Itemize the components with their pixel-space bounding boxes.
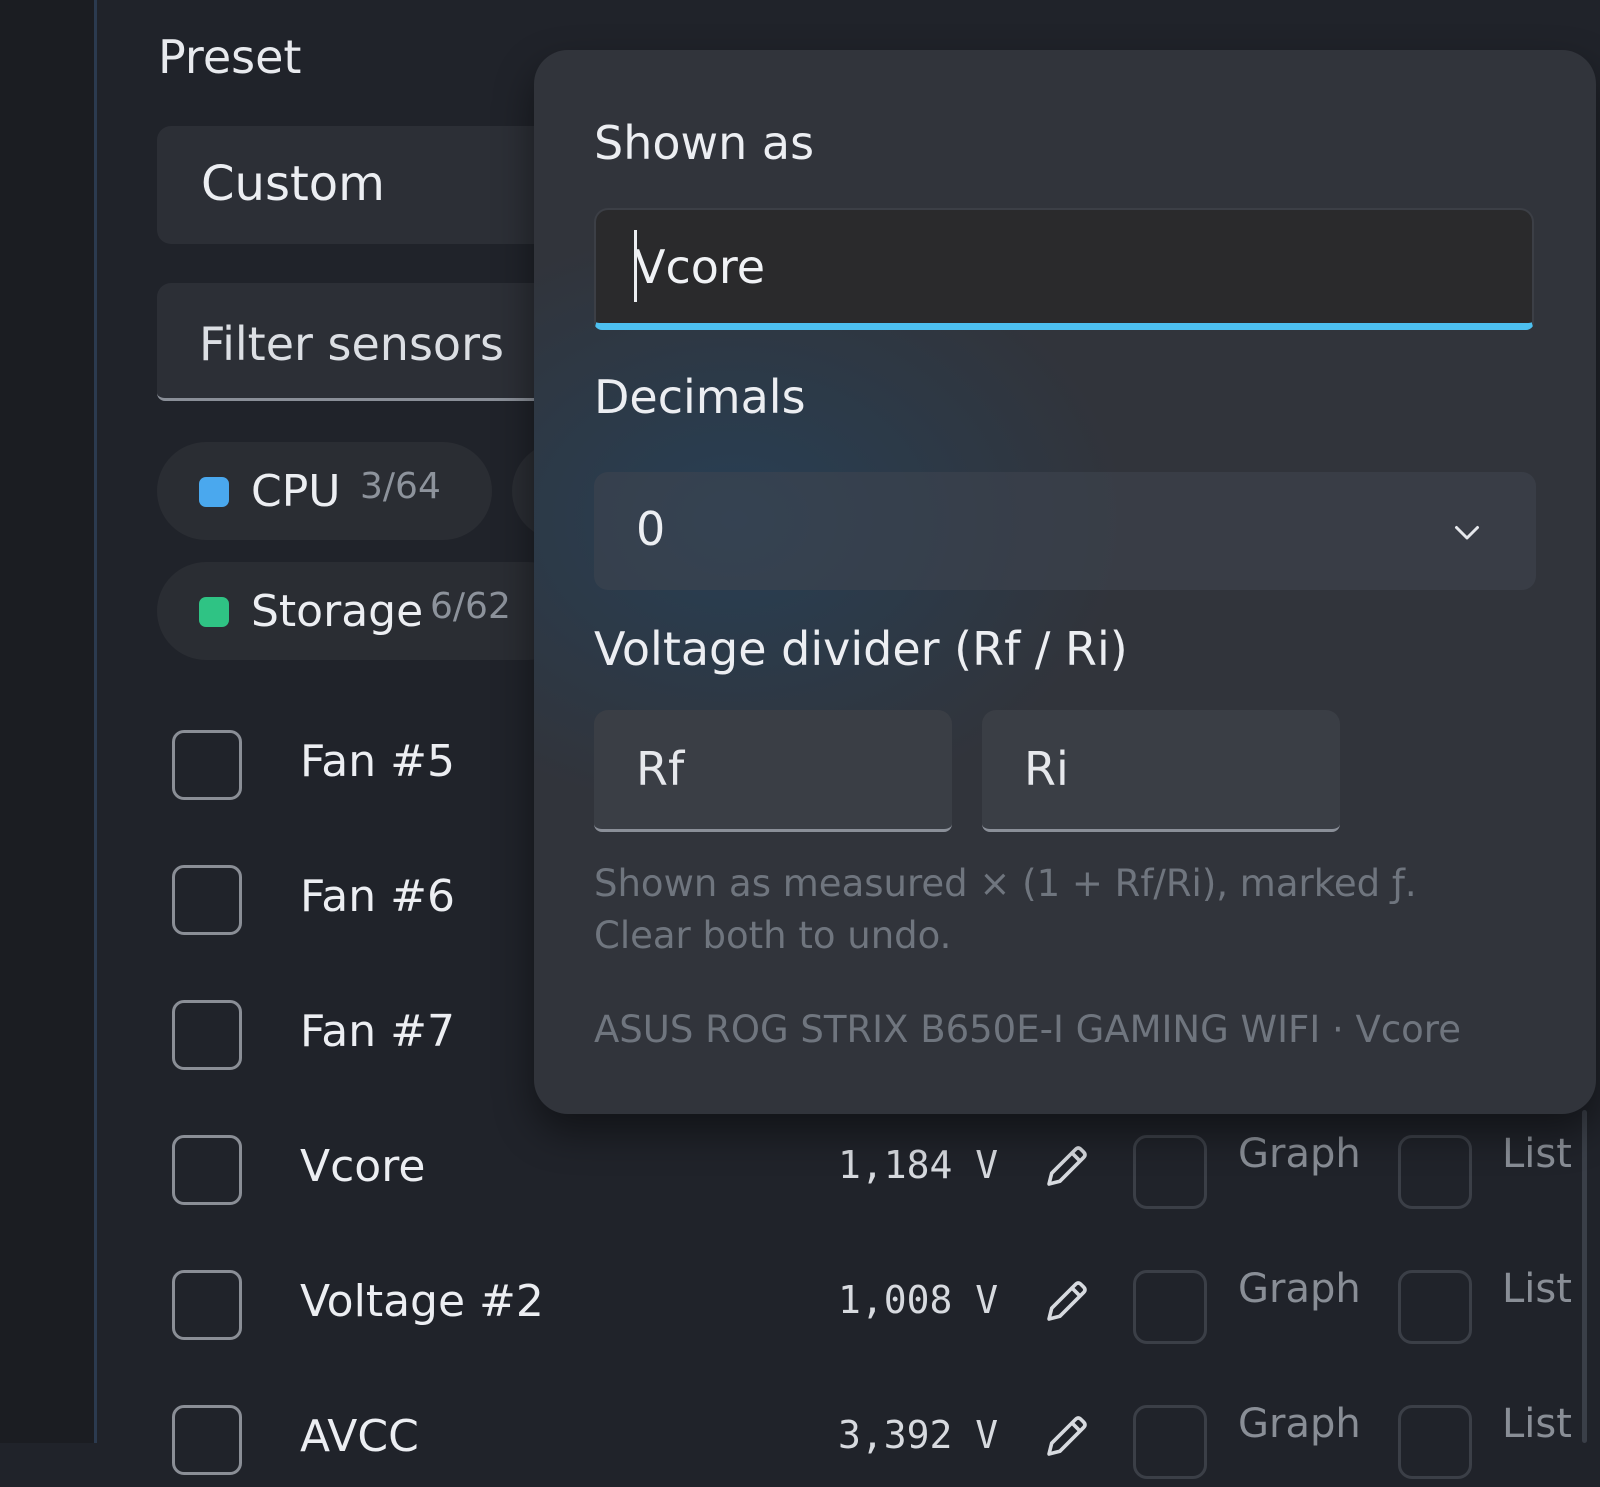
cpu-color-dot <box>199 477 229 507</box>
chip-storage-count: 6/62 <box>430 586 511 627</box>
ri-placeholder: Ri <box>1024 742 1069 796</box>
shown-as-field[interactable] <box>594 208 1534 330</box>
sensor-value: 1,184 V <box>838 1143 999 1187</box>
sensor-label: Fan #5 <box>300 736 455 787</box>
rf-placeholder: Rf <box>636 742 685 796</box>
sensor-label: Voltage #2 <box>300 1276 544 1327</box>
sensor-checkbox[interactable] <box>172 730 242 800</box>
sensor-label: Fan #6 <box>300 871 455 922</box>
pencil-icon[interactable] <box>1040 1274 1094 1328</box>
chevron-down-icon <box>1455 526 1479 540</box>
sensor-checkbox[interactable] <box>172 1135 242 1205</box>
sensor-label: AVCC <box>300 1411 419 1462</box>
chip-cpu[interactable]: CPU 3/64 <box>157 442 492 540</box>
graph-checkbox[interactable] <box>1133 1135 1207 1209</box>
graph-label: Graph <box>1238 1266 1361 1312</box>
chip-storage[interactable]: Storage 6/62 <box>157 562 577 660</box>
chip-cpu-label: CPU <box>251 466 341 517</box>
list-label: List <box>1502 1131 1572 1177</box>
sensor-checkbox[interactable] <box>172 1270 242 1340</box>
chip-storage-label: Storage <box>251 586 424 637</box>
list-checkbox[interactable] <box>1398 1270 1472 1344</box>
decimals-select[interactable]: 0 <box>594 472 1536 590</box>
graph-checkbox[interactable] <box>1133 1405 1207 1479</box>
sensor-checkbox[interactable] <box>172 865 242 935</box>
sensor-checkbox[interactable] <box>172 1000 242 1070</box>
storage-color-dot <box>199 597 229 627</box>
decimals-value: 0 <box>636 502 666 556</box>
rf-input[interactable]: Rf <box>594 710 952 832</box>
list-label: List <box>1502 1401 1572 1447</box>
graph-label: Graph <box>1238 1131 1361 1177</box>
sensor-value: 1,008 V <box>838 1278 999 1322</box>
sensor-source: ASUS ROG STRIX B650E-I GAMING WIFI · Vco… <box>594 1008 1461 1051</box>
shown-as-input[interactable] <box>634 232 1494 302</box>
list-checkbox[interactable] <box>1398 1405 1472 1479</box>
sensor-row: AVCC 3,392 V Graph List <box>0 1397 1600 1487</box>
preset-title: Preset <box>158 30 302 84</box>
graph-label: Graph <box>1238 1401 1361 1447</box>
sensor-row: Voltage #2 1,008 V Graph List <box>0 1262 1600 1352</box>
pencil-icon[interactable] <box>1040 1139 1094 1193</box>
sensor-value: 3,392 V <box>838 1413 999 1457</box>
list-label: List <box>1502 1266 1572 1312</box>
pencil-icon[interactable] <box>1040 1409 1094 1463</box>
decimals-label: Decimals <box>594 370 806 424</box>
ri-input[interactable]: Ri <box>982 710 1340 832</box>
shown-as-label: Shown as <box>594 116 815 170</box>
list-checkbox[interactable] <box>1398 1135 1472 1209</box>
voltage-divider-label: Voltage divider (Rf / Ri) <box>594 622 1128 676</box>
graph-checkbox[interactable] <box>1133 1270 1207 1344</box>
filter-sensors-placeholder: Filter sensors <box>199 317 504 371</box>
sensor-checkbox[interactable] <box>172 1405 242 1475</box>
scrollbar[interactable] <box>1582 1110 1587 1443</box>
divider-hint: Shown as measured × (1 + Rf/Ri), marked … <box>594 862 1417 957</box>
sensor-label: Fan #7 <box>300 1006 455 1057</box>
chip-cpu-count: 3/64 <box>360 466 441 507</box>
text-caret <box>634 230 637 302</box>
preset-select-value: Custom <box>201 156 385 212</box>
sensor-label: Vcore <box>300 1141 426 1192</box>
sensor-row: Vcore 1,184 V Graph List <box>0 1127 1600 1217</box>
sensor-settings-popover: Shown as Decimals 0 Voltage divider (Rf … <box>534 50 1596 1114</box>
